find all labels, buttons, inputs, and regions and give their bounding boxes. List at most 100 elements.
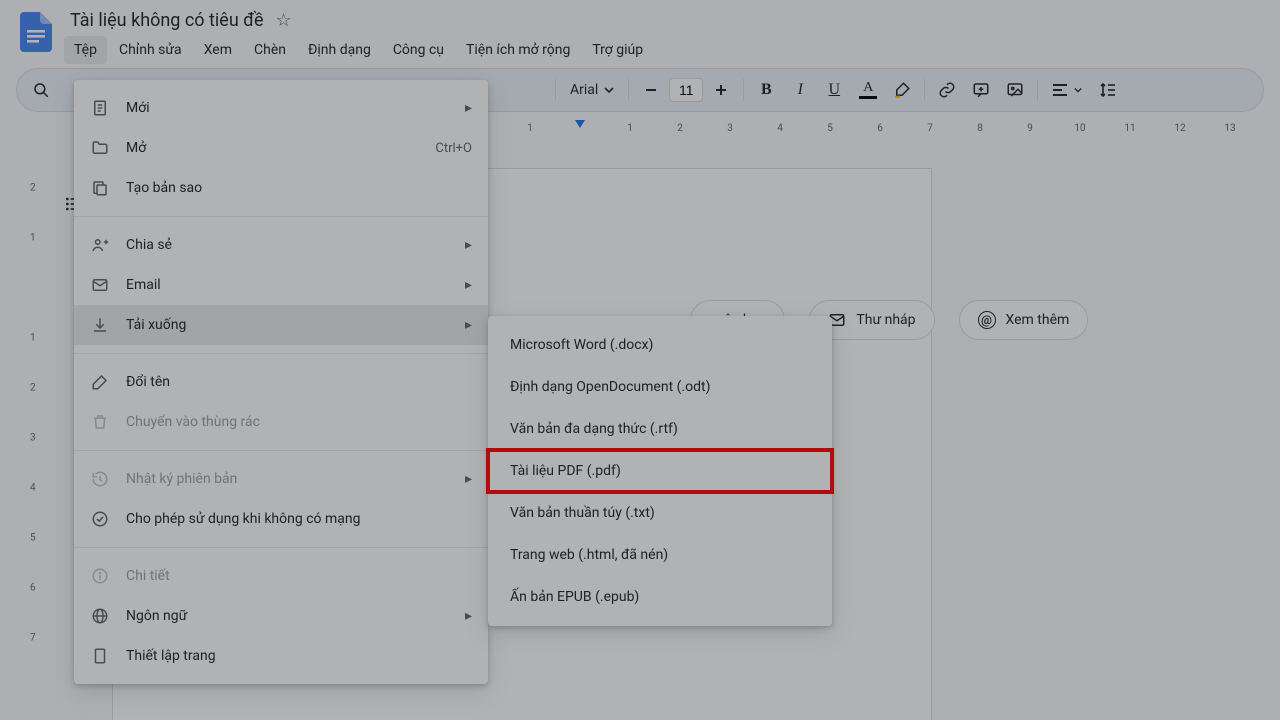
insert-image-button[interactable] xyxy=(999,74,1031,106)
ruler-num: 6 xyxy=(877,123,883,134)
chevron-down-icon xyxy=(604,85,614,95)
bold-button[interactable]: B xyxy=(750,74,782,106)
menu-item-download[interactable]: Tải xuống ▸ xyxy=(74,305,488,345)
menu-item-new[interactable]: Mới ▸ xyxy=(74,88,488,128)
menu-item-open[interactable]: Mở Ctrl+O xyxy=(74,128,488,168)
menu-item-offline[interactable]: Cho phép sử dụng khi không có mạng xyxy=(74,499,488,539)
file-menu: Mới ▸ Mở Ctrl+O Tạo bản sao Chia sẻ ▸ Em… xyxy=(74,80,488,684)
chevron-right-icon: ▸ xyxy=(465,277,472,293)
ruler-num: 13 xyxy=(1224,123,1235,134)
font-size-decrease[interactable] xyxy=(635,74,667,106)
download-txt[interactable]: Văn bản thuần túy (.txt) xyxy=(488,492,832,534)
menu-file[interactable]: Tệp xyxy=(64,36,107,64)
mail-icon xyxy=(90,275,110,295)
menu-view[interactable]: Xem xyxy=(194,36,242,64)
indent-marker[interactable] xyxy=(575,120,585,128)
info-icon xyxy=(90,566,110,586)
history-icon xyxy=(90,469,110,489)
titlebar: Tài liệu không có tiêu đề ☆ Tệp Chỉnh sử… xyxy=(0,0,1280,68)
italic-button[interactable]: I xyxy=(784,74,816,106)
download-pdf[interactable]: Tài liệu PDF (.pdf) xyxy=(488,450,832,492)
font-size-input[interactable] xyxy=(669,78,703,102)
chevron-right-icon: ▸ xyxy=(465,237,472,253)
underline-button[interactable]: U xyxy=(818,74,850,106)
menu-item-version-history: Nhật ký phiên bản ▸ xyxy=(74,459,488,499)
menu-item-details: Chi tiết xyxy=(74,556,488,596)
ruler-num: 4 xyxy=(777,123,783,134)
ruler-num: 8 xyxy=(977,123,983,134)
rename-icon xyxy=(90,372,110,392)
separator xyxy=(924,79,925,101)
menu-edit[interactable]: Chỉnh sửa xyxy=(109,36,192,64)
ruler-num: 5 xyxy=(827,123,833,134)
copy-icon xyxy=(90,178,110,198)
menu-item-language[interactable]: Ngôn ngữ ▸ xyxy=(74,596,488,636)
menu-format[interactable]: Định dạng xyxy=(298,36,381,64)
download-html[interactable]: Trang web (.html, đã nén) xyxy=(488,534,832,576)
docs-logo[interactable] xyxy=(16,12,56,52)
globe-icon xyxy=(90,606,110,626)
menubar: Tệp Chỉnh sửa Xem Chèn Định dạng Công cụ… xyxy=(64,36,653,64)
share-icon xyxy=(90,235,110,255)
vertical-ruler[interactable]: 2 1 1 2 3 4 5 6 7 xyxy=(24,138,52,720)
download-rtf[interactable]: Văn bản đa dạng thức (.rtf) xyxy=(488,408,832,450)
chip-more[interactable]: @ Xem thêm xyxy=(959,300,1089,340)
font-name: Arial xyxy=(570,82,598,98)
menu-tools[interactable]: Công cụ xyxy=(383,36,454,64)
chevron-down-icon xyxy=(1074,86,1082,94)
separator xyxy=(743,79,744,101)
chevron-right-icon: ▸ xyxy=(465,471,472,487)
download-docx[interactable]: Microsoft Word (.docx) xyxy=(488,324,832,366)
ruler-num: 12 xyxy=(1174,123,1185,134)
chip-label: Xem thêm xyxy=(1006,312,1070,328)
chevron-right-icon: ▸ xyxy=(465,317,472,333)
text-color-button[interactable]: A xyxy=(852,74,884,106)
trash-icon xyxy=(90,412,110,432)
ruler-num: 10 xyxy=(1074,123,1085,134)
menu-separator xyxy=(74,450,488,451)
new-doc-icon xyxy=(90,98,110,118)
ruler-num: 3 xyxy=(727,123,733,134)
search-menus-button[interactable] xyxy=(25,74,57,106)
star-icon[interactable]: ☆ xyxy=(276,10,292,31)
page-setup-icon xyxy=(90,646,110,666)
menu-item-email[interactable]: Email ▸ xyxy=(74,265,488,305)
separator xyxy=(555,79,556,101)
insert-link-button[interactable] xyxy=(931,74,963,106)
menu-insert[interactable]: Chèn xyxy=(244,36,296,64)
offline-icon xyxy=(90,509,110,529)
separator xyxy=(1037,79,1038,101)
download-submenu: Microsoft Word (.docx) Định dạng OpenDoc… xyxy=(488,316,832,626)
highlight-color-button[interactable] xyxy=(886,74,918,106)
doc-title[interactable]: Tài liệu không có tiêu đề xyxy=(64,8,270,33)
menu-help[interactable]: Trợ giúp xyxy=(582,36,653,64)
line-spacing-button[interactable] xyxy=(1092,74,1124,106)
ruler-num: 2 xyxy=(677,123,683,134)
separator xyxy=(628,79,629,101)
ruler-num: 7 xyxy=(927,123,933,134)
menu-item-share[interactable]: Chia sẻ ▸ xyxy=(74,225,488,265)
menu-extensions[interactable]: Tiện ích mở rộng xyxy=(456,36,580,64)
menu-item-page-setup[interactable]: Thiết lập trang xyxy=(74,636,488,676)
download-odt[interactable]: Định dạng OpenDocument (.odt) xyxy=(488,366,832,408)
align-button[interactable] xyxy=(1044,74,1090,106)
menu-separator xyxy=(74,353,488,354)
font-selector[interactable]: Arial xyxy=(562,74,622,106)
menu-separator xyxy=(74,216,488,217)
ruler-num: 1 xyxy=(527,123,533,134)
download-icon xyxy=(90,315,110,335)
download-epub[interactable]: Ấn bản EPUB (.epub) xyxy=(488,576,832,618)
chevron-right-icon: ▸ xyxy=(465,100,472,116)
menu-separator xyxy=(74,547,488,548)
ruler-num: 11 xyxy=(1124,123,1135,134)
at-icon: @ xyxy=(978,311,996,329)
chevron-right-icon: ▸ xyxy=(465,608,472,624)
menu-item-make-copy[interactable]: Tạo bản sao xyxy=(74,168,488,208)
font-size-increase[interactable] xyxy=(705,74,737,106)
ruler-num: 1 xyxy=(627,123,633,134)
menu-item-trash: Chuyển vào thùng rác xyxy=(74,402,488,442)
ruler-num: 9 xyxy=(1027,123,1033,134)
chip-label: Thư nháp xyxy=(856,312,915,328)
menu-item-rename[interactable]: Đổi tên xyxy=(74,362,488,402)
add-comment-button[interactable] xyxy=(965,74,997,106)
